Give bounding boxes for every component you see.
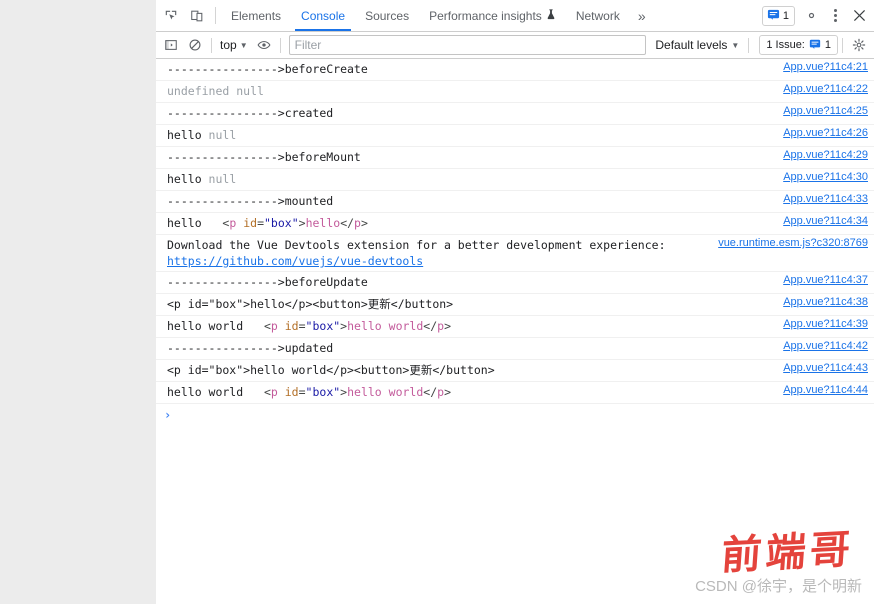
console-source-link[interactable]: App.vue?11c4:34	[783, 215, 868, 227]
console-source-link[interactable]: App.vue?11c4:25	[783, 105, 868, 117]
console-source-link[interactable]: App.vue?11c4:30	[783, 171, 868, 183]
issues-counter-button[interactable]: 1	[761, 5, 795, 26]
flask-icon	[546, 8, 556, 23]
console-row: ---------------->mounted App.vue?11c4:33	[156, 191, 874, 213]
console-source-link[interactable]: App.vue?11c4:26	[783, 127, 868, 139]
console-message: ---------------->beforeMount	[167, 150, 361, 164]
log-levels-select[interactable]: Default levels ▼	[650, 37, 744, 53]
prompt-chevron-icon: ›	[164, 408, 172, 422]
issues-filter-button[interactable]: 1 Issue: 1	[759, 35, 838, 55]
console-prompt-row[interactable]: ›	[156, 404, 874, 426]
console-row: ---------------->beforeUpdate App.vue?11c…	[156, 272, 874, 294]
tab-network-label: Network	[575, 8, 620, 23]
filterbar-divider-3	[748, 37, 750, 53]
filterbar-divider-4	[842, 37, 843, 53]
device-toolbar-icon[interactable]	[184, 4, 210, 28]
console-source-link[interactable]: App.vue?11c4:43	[783, 362, 868, 374]
console-source-link[interactable]: App.vue?11c4:33	[783, 193, 868, 205]
tab-sources[interactable]: Sources	[355, 0, 419, 31]
console-output[interactable]: ---------------->beforeCreate App.vue?11c…	[156, 59, 874, 604]
tab-elements-label: Elements	[231, 8, 282, 23]
toolbar-divider	[215, 7, 216, 24]
issues-filter-label: 1 Issue:	[766, 39, 805, 51]
console-row: hello world <p id="box">hello world</p> A…	[156, 382, 874, 404]
tab-performance-insights-label: Performance insights	[429, 8, 542, 23]
console-message: hello null	[167, 128, 237, 142]
execution-context-select[interactable]: top ▼	[216, 37, 252, 53]
console-source-link[interactable]: App.vue?11c4:39	[783, 318, 868, 330]
console-filterbar: top ▼ Default levels ▼ 1 Issue:	[156, 32, 874, 59]
console-row: ---------------->created App.vue?11c4:25	[156, 103, 874, 125]
console-source-link[interactable]: App.vue?11c4:38	[783, 296, 868, 308]
console-source-link[interactable]: App.vue?11c4:21	[783, 61, 868, 73]
console-row: hello world <p id="box">hello world</p> A…	[156, 316, 874, 338]
devtools-panel: Elements Console Sources Performance ins…	[156, 0, 874, 604]
filterbar-divider-1	[211, 37, 212, 53]
console-message: <p id="box">hello</p><button>更新</button>	[167, 297, 454, 311]
console-row: Download the Vue Devtools extension for …	[156, 235, 874, 272]
console-row: ---------------->beforeMount App.vue?11c4…	[156, 147, 874, 169]
console-row: ---------------->beforeCreate App.vue?11c…	[156, 59, 874, 81]
console-row: <p id="box">hello</p><button>更新</button>…	[156, 294, 874, 316]
issue-badge-icon	[767, 8, 780, 24]
console-source-link[interactable]: App.vue?11c4:37	[783, 274, 868, 286]
console-source-link[interactable]: App.vue?11c4:44	[783, 384, 868, 396]
clear-console-icon[interactable]	[183, 34, 207, 56]
kebab-menu-icon[interactable]	[824, 4, 846, 28]
live-expression-icon[interactable]	[252, 34, 276, 56]
tab-performance-insights[interactable]: Performance insights	[419, 0, 566, 31]
console-settings-icon[interactable]	[847, 34, 871, 56]
issues-filter-count: 1	[824, 39, 831, 51]
console-row: hello <p id="box">hello</p> App.vue?11c4:…	[156, 213, 874, 235]
console-source-link[interactable]: App.vue?11c4:22	[783, 83, 868, 95]
console-row: ---------------->updated App.vue?11c4:42	[156, 338, 874, 360]
console-message: ---------------->mounted	[167, 194, 334, 208]
issue-badge-icon	[809, 38, 821, 53]
console-source-link[interactable]: vue.runtime.esm.js?c320:8769	[718, 237, 868, 249]
console-row: <p id="box">hello world</p><button>更新</b…	[156, 360, 874, 382]
log-levels-label: Default levels	[655, 38, 728, 52]
more-tabs-icon[interactable]: »	[630, 8, 654, 24]
console-row: hello null App.vue?11c4:26	[156, 125, 874, 147]
console-message: undefined null	[167, 84, 264, 98]
inspect-element-icon[interactable]	[158, 4, 184, 28]
panel-tabs: Elements Console Sources Performance ins…	[221, 0, 630, 31]
filter-input[interactable]	[288, 35, 647, 55]
execution-context-value: top	[220, 38, 237, 52]
chevron-down-icon: ▼	[731, 40, 740, 50]
console-message: ---------------->beforeCreate	[167, 62, 368, 76]
console-message: hello null	[167, 172, 237, 186]
console-message: hello world <p id="box">hello world</p>	[167, 385, 452, 399]
console-row: undefined null App.vue?11c4:22	[156, 81, 874, 103]
console-message: hello world <p id="box">hello world</p>	[167, 319, 452, 333]
filterbar-divider-2	[279, 37, 281, 53]
console-source-link[interactable]: App.vue?11c4:29	[783, 149, 868, 161]
console-source-link[interactable]: App.vue?11c4:42	[783, 340, 868, 352]
tab-elements[interactable]: Elements	[221, 0, 291, 31]
tab-console-label: Console	[301, 8, 346, 23]
console-sidebar-icon[interactable]	[159, 34, 183, 56]
gear-icon[interactable]	[798, 4, 824, 28]
vue-devtools-link[interactable]: https://github.com/vuejs/vue-devtools	[167, 254, 423, 268]
tab-sources-label: Sources	[365, 8, 410, 23]
devtools-tabbar: Elements Console Sources Performance ins…	[156, 0, 874, 32]
chevron-down-icon: ▼	[239, 40, 248, 50]
browser-page-content	[0, 0, 157, 604]
close-icon[interactable]	[846, 4, 872, 28]
console-message: Download the Vue Devtools extension for …	[167, 238, 666, 268]
screen: Elements Console Sources Performance ins…	[0, 0, 874, 604]
console-row: hello null App.vue?11c4:30	[156, 169, 874, 191]
console-message: ---------------->created	[167, 106, 334, 120]
tab-network[interactable]: Network	[566, 0, 630, 31]
tab-console[interactable]: Console	[291, 0, 355, 31]
console-message: hello <p id="box">hello</p>	[167, 216, 368, 230]
console-message: ---------------->updated	[167, 341, 334, 355]
issues-count: 1	[782, 9, 789, 22]
console-message: ---------------->beforeUpdate	[167, 275, 368, 289]
console-message: <p id="box">hello world</p><button>更新</b…	[167, 363, 495, 377]
